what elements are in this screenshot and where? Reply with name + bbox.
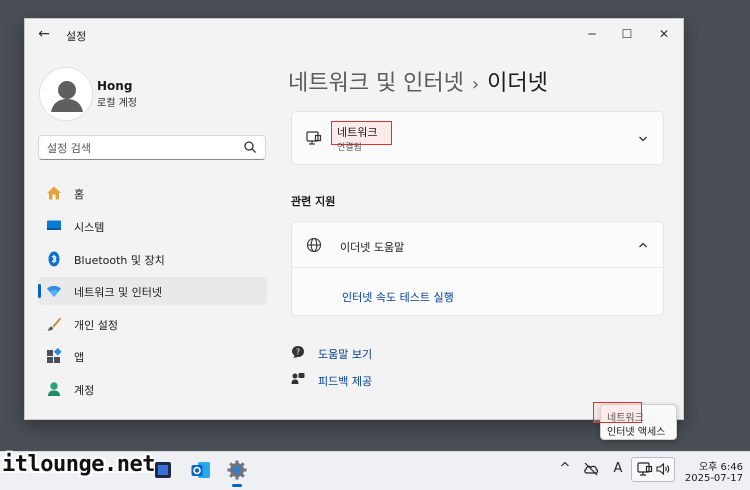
sidebar-item-bluetooth[interactable]: Bluetooth 및 장치 <box>38 245 267 273</box>
network-card[interactable]: 네트워크 연결됨 <box>291 111 664 165</box>
app-title: 설정 <box>66 30 87 43</box>
bluetooth-icon <box>48 251 60 267</box>
app-tile-icon[interactable] <box>152 459 174 481</box>
network-title: 네트워크 <box>337 126 378 139</box>
clock-time[interactable]: 오후 6:46 <box>693 458 743 473</box>
help-icon: ? <box>292 346 304 358</box>
ethernet-icon <box>306 131 322 145</box>
ethernet-help-header[interactable]: 이더넷 도움말 <box>292 222 663 268</box>
account-type: 로컬 계정 <box>97 98 137 109</box>
globe-icon <box>306 237 322 253</box>
active-indicator <box>38 284 41 298</box>
sidebar-item-label: 앱 <box>74 351 85 364</box>
sidebar-item-label: 개인 설정 <box>74 319 118 332</box>
search-input[interactable] <box>47 139 237 157</box>
active-app-indicator <box>232 484 242 487</box>
home-icon <box>47 186 61 200</box>
sidebar-item-system[interactable]: 시스템 <box>38 212 267 240</box>
search-icon[interactable] <box>243 140 257 154</box>
system-icon <box>47 220 61 230</box>
network-status: 연결됨 <box>337 143 362 153</box>
apps-icon <box>47 348 62 363</box>
maximize-button[interactable]: ☐ <box>612 23 642 45</box>
clock-date[interactable]: 2025-07-17 <box>683 473 743 484</box>
account-icon <box>48 382 60 396</box>
volume-icon[interactable] <box>655 461 671 477</box>
feedback-icon <box>291 373 305 384</box>
back-arrow-icon[interactable]: ← <box>35 26 53 42</box>
get-help-label: 도움말 보기 <box>318 348 373 361</box>
sidebar-item-network[interactable]: 네트워크 및 인터넷 <box>38 277 267 305</box>
user-name: Hong <box>97 79 133 93</box>
chevron-up-icon[interactable] <box>637 239 649 251</box>
brush-icon <box>47 317 61 331</box>
ethernet-tray-icon[interactable] <box>637 461 653 477</box>
settings-gear-icon[interactable] <box>226 459 248 481</box>
speed-test-link[interactable]: 인터넷 속도 테스트 실행 <box>342 289 454 305</box>
settings-search-box[interactable] <box>38 135 266 160</box>
ethernet-help-title: 이더넷 도움말 <box>340 241 405 254</box>
user-avatar-icon <box>40 68 92 120</box>
chevron-down-icon[interactable] <box>637 133 649 145</box>
minimize-button[interactable]: ─ <box>577 23 607 45</box>
feedback-label: 피드백 제공 <box>318 375 373 388</box>
close-button[interactable]: ✕ <box>649 23 679 45</box>
page-title: 이더넷 <box>487 71 548 96</box>
title-bar: ← 설정 ─ ☐ ✕ <box>25 19 683 49</box>
sidebar-item-accounts[interactable]: 계정 <box>38 375 267 403</box>
related-support-title: 관련 지원 <box>291 195 336 208</box>
tooltip-subtitle: 인터넷 액세스 <box>607 427 666 438</box>
ethernet-help-card: 이더넷 도움말 인터넷 속도 테스트 실행 <box>291 221 664 316</box>
cloud-offline-icon[interactable] <box>583 461 599 477</box>
svg-text:?: ? <box>296 348 300 357</box>
sidebar-item-label: 계정 <box>74 384 95 397</box>
sidebar-item-home[interactable]: 홈 <box>38 179 267 207</box>
network-icon <box>47 285 61 297</box>
settings-window: ← 설정 ─ ☐ ✕ Hong 로컬 계정 홈 시스템 <box>24 18 684 420</box>
input-method-indicator[interactable]: A <box>610 461 626 477</box>
sidebar-item-label: 네트워크 및 인터넷 <box>74 286 162 299</box>
highlight-box <box>593 402 642 423</box>
sidebar-item-label: Bluetooth 및 장치 <box>74 254 165 267</box>
sidebar-item-personalization[interactable]: 개인 설정 <box>38 310 267 338</box>
breadcrumb: 네트워크 및 인터넷 › 이더넷 <box>288 65 548 97</box>
tray-chevron-up-icon[interactable]: ^ <box>557 461 573 477</box>
outlook-icon[interactable] <box>190 459 212 481</box>
sidebar-item-apps[interactable]: 앱 <box>38 342 267 370</box>
breadcrumb-parent[interactable]: 네트워크 및 인터넷 <box>288 71 464 96</box>
sidebar-item-label: 홈 <box>74 188 85 201</box>
avatar[interactable] <box>39 67 93 121</box>
watermark-brand: itlounge.net <box>2 452 155 477</box>
breadcrumb-separator: › <box>471 74 480 95</box>
sidebar-item-label: 시스템 <box>74 221 105 234</box>
